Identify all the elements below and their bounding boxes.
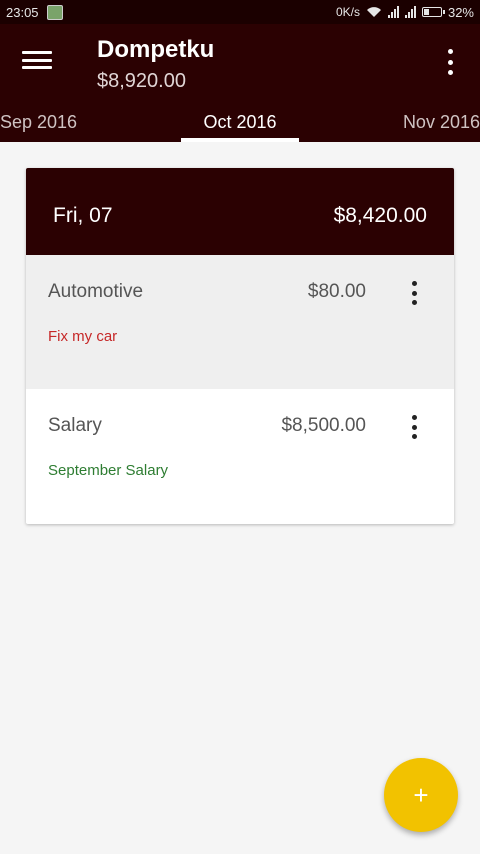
wifi-icon	[366, 7, 381, 17]
transaction-category: Salary	[48, 415, 102, 436]
month-tabs: Sep 2016 Oct 2016 Nov 2016	[0, 110, 480, 142]
transaction-amount: $8,500.00	[281, 415, 366, 436]
network-speed: 0K/s	[335, 5, 360, 19]
notification-app-icon	[46, 4, 63, 20]
day-date: Fri, 07	[53, 204, 113, 227]
app-title: Dompetku	[97, 36, 215, 63]
status-time: 23:05	[6, 4, 39, 20]
transaction-row[interactable]: Salary $8,500.00 September Salary	[26, 389, 454, 523]
more-vert-icon[interactable]	[440, 49, 460, 75]
add-transaction-button[interactable]: +	[384, 758, 458, 832]
transaction-row[interactable]: Automotive $80.00 Fix my car	[26, 255, 454, 389]
total-balance: $8,920.00	[97, 70, 186, 92]
more-vert-icon[interactable]	[409, 415, 419, 439]
battery-icon	[421, 7, 445, 17]
tab-indicator	[181, 138, 299, 142]
transaction-category: Automotive	[48, 281, 144, 302]
battery-level-fill	[423, 9, 429, 15]
more-vert-icon[interactable]	[409, 281, 419, 305]
signal-icon	[387, 6, 399, 18]
battery-percent: 32%	[447, 4, 474, 20]
plus-icon: +	[413, 780, 429, 810]
transaction-note: September Salary	[48, 462, 169, 479]
day-header: Fri, 07 $8,420.00	[26, 168, 454, 255]
tab-prev-month[interactable]: Sep 2016	[0, 112, 77, 133]
tab-next-month[interactable]: Nov 2016	[403, 112, 480, 133]
app-bar: Dompetku $8,920.00 Sep 2016 Oct 2016 Nov…	[0, 24, 480, 142]
status-indicators: 0K/s 32%	[336, 0, 474, 24]
hamburger-menu-icon[interactable]	[22, 48, 52, 72]
status-bar: 23:05 0K/s 32%	[0, 0, 480, 24]
signal-icon-2	[404, 6, 416, 18]
transaction-note: Fix my car	[48, 328, 118, 345]
day-card: Fri, 07 $8,420.00 Automotive $80.00 Fix …	[26, 168, 454, 524]
day-total: $8,420.00	[333, 204, 427, 227]
tab-current-month[interactable]: Oct 2016	[181, 112, 299, 133]
transaction-amount: $80.00	[307, 281, 366, 302]
